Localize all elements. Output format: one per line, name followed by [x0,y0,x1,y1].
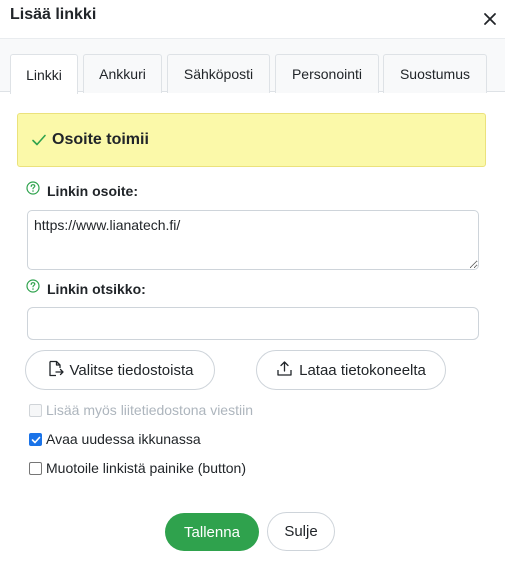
tab-personointi[interactable]: Personointi [275,54,379,93]
button-style-checkbox[interactable] [29,461,42,475]
file-import-icon [47,360,64,381]
attachment-checkbox [29,403,42,417]
upload-file-button[interactable]: Lataa tietokoneelta [256,350,446,390]
option-label[interactable]: Avaa uudessa ikkunassa [46,431,201,447]
tab-suostumus[interactable]: Suostumus [383,54,487,93]
url-label: Linkin osoite: [47,183,138,199]
option-label[interactable]: Muotoile linkistä painike (button) [46,460,246,476]
close-icon[interactable] [480,9,500,29]
choose-file-label: Valitse tiedostoista [69,361,194,379]
save-button[interactable]: Tallenna [165,513,259,551]
tab-sahkoposti[interactable]: Sähköposti [167,54,270,93]
check-icon [31,132,47,148]
option-new-window[interactable]: Avaa uudessa ikkunassa [29,430,201,448]
upload-file-label: Lataa tietokoneelta [299,361,426,379]
option-attachment: Lisää myös liitetiedostona viestiin [29,401,253,419]
option-label: Lisää myös liitetiedostona viestiin [46,402,253,418]
close-button[interactable]: Sulje [267,512,335,551]
add-link-dialog: Lisää linkki Linkki Ankkuri Sähköposti P… [0,0,505,574]
upload-icon [276,360,293,381]
link-title-input[interactable] [27,307,479,340]
option-button-style[interactable]: Muotoile linkistä painike (button) [29,459,246,477]
title-label: Linkin otsikko: [47,281,146,297]
help-circle-icon[interactable] [26,279,40,293]
tab-linkki[interactable]: Linkki [10,54,78,94]
status-text: Osoite toimii [52,131,149,148]
dialog-title: Lisää linkki [10,6,97,23]
choose-file-button[interactable]: Valitse tiedostoista [25,350,215,390]
status-alert: Osoite toimii [17,113,486,167]
tab-bar: Linkki Ankkuri Sähköposti Personointi Su… [0,38,505,94]
link-url-input[interactable]: https://www.lianatech.fi/ [27,210,479,270]
new-window-checkbox[interactable] [29,432,42,446]
dialog-header: Lisää linkki [0,0,505,38]
tab-ankkuri[interactable]: Ankkuri [83,54,162,93]
help-circle-icon[interactable] [26,181,40,195]
